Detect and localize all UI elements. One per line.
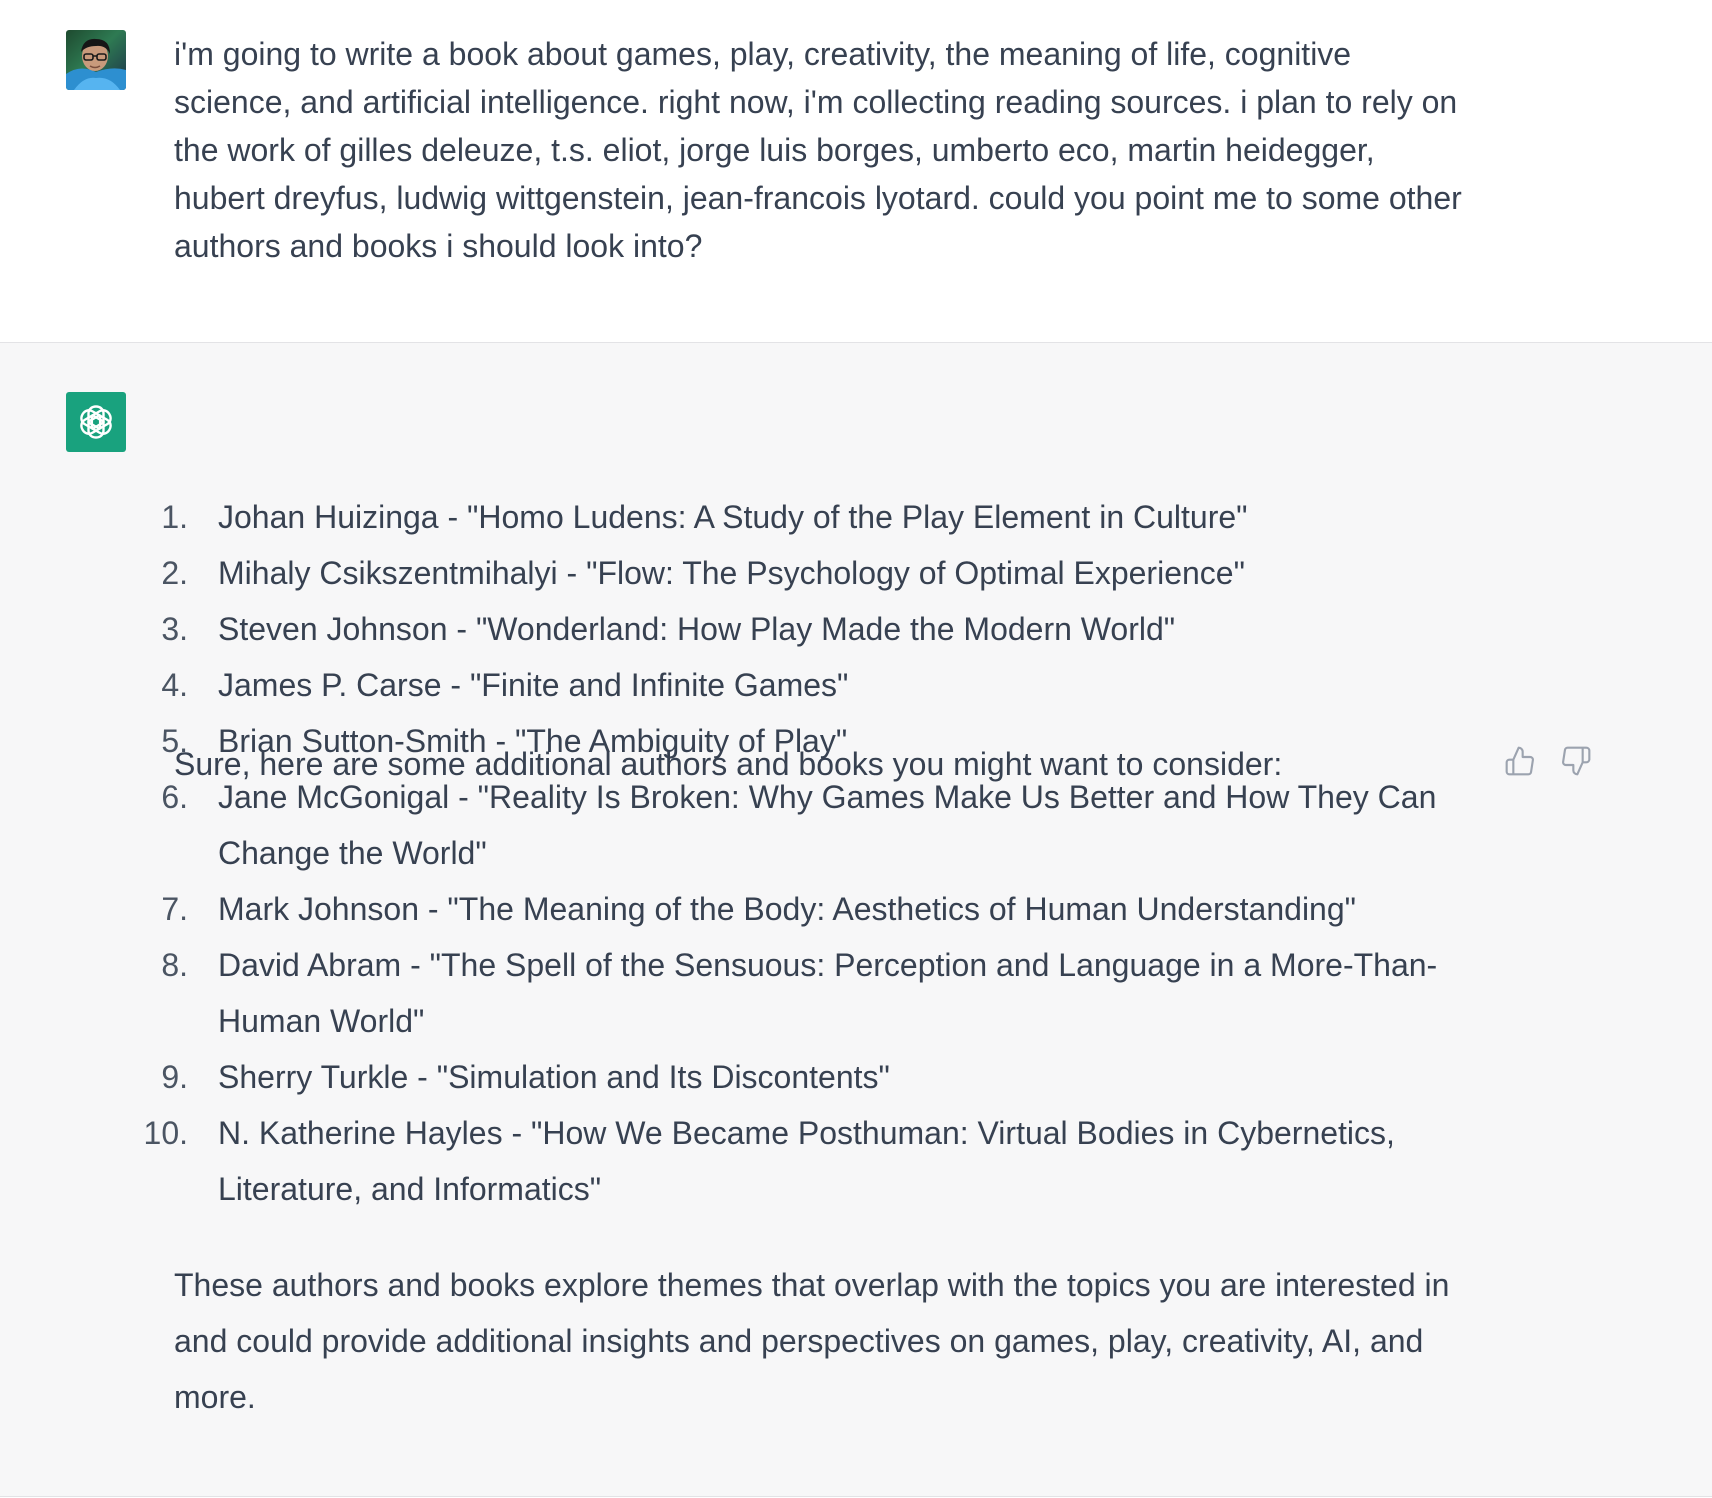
list-item: 8. David Abram - "The Spell of the Sensuo… — [130, 937, 1500, 1049]
list-item: 6. Jane McGonigal - "Reality Is Broken: W… — [130, 769, 1500, 881]
list-item: 9. Sherry Turkle - "Simulation and Its Di… — [130, 1049, 1500, 1105]
list-item-number: 7. — [161, 891, 188, 927]
list-item-text: Sherry Turkle - "Simulation and Its Disc… — [218, 1059, 890, 1095]
list-item-text: N. Katherine Hayles - "How We Became Pos… — [218, 1115, 1395, 1207]
list-item-number: 2. — [161, 555, 188, 591]
list-item-number: 5. — [161, 723, 188, 759]
list-item-number: 10. — [143, 1115, 188, 1151]
list-item-number: 4. — [161, 667, 188, 703]
list-item-text: James P. Carse - "Finite and Infinite Ga… — [218, 667, 849, 703]
list-item: 4. James P. Carse - "Finite and Infinite … — [130, 657, 1500, 713]
thumbs-down-icon — [1562, 746, 1591, 776]
list-item: 7. Mark Johnson - "The Meaning of the Bod… — [130, 881, 1500, 937]
thumbs-down-button[interactable] — [1556, 741, 1596, 781]
list-item: 1. Johan Huizinga - "Homo Ludens: A Study… — [130, 489, 1500, 545]
thumbs-up-icon — [1505, 746, 1534, 776]
list-item-text: Johan Huizinga - "Homo Ludens: A Study o… — [218, 499, 1248, 535]
thumbs-up-button[interactable] — [1500, 741, 1540, 781]
user-avatar — [66, 30, 126, 90]
user-message: i'm going to write a book about games, p… — [0, 0, 1712, 343]
list-item-text: Mark Johnson - "The Meaning of the Body:… — [218, 891, 1356, 927]
book-list: 1. Johan Huizinga - "Homo Ludens: A Study… — [130, 489, 1500, 1217]
list-item: 5. Brian Sutton-Smith - "The Ambiguity of… — [130, 713, 1500, 769]
assistant-avatar — [66, 392, 126, 452]
user-avatar-photo — [66, 30, 126, 90]
list-item-number: 8. — [161, 947, 188, 983]
list-item-text: David Abram - "The Spell of the Sensuous… — [218, 947, 1438, 1039]
list-item-number: 9. — [161, 1059, 188, 1095]
list-item-text: Brian Sutton-Smith - "The Ambiguity of P… — [218, 723, 848, 759]
assistant-outro-text: These authors and books explore themes t… — [174, 1267, 1450, 1415]
user-message-text: i'm going to write a book about games, p… — [174, 36, 1462, 264]
list-item-text: Steven Johnson - "Wonderland: How Play M… — [218, 611, 1176, 647]
list-item-number: 3. — [161, 611, 188, 647]
list-item-number: 1. — [161, 499, 188, 535]
list-item: 2. Mihaly Csikszentmihalyi - "Flow: The P… — [130, 545, 1500, 601]
list-item: 3. Steven Johnson - "Wonderland: How Play… — [130, 601, 1500, 657]
openai-logo-icon — [80, 405, 112, 439]
list-item: 10. N. Katherine Hayles - "How We Became … — [130, 1105, 1500, 1217]
list-item-number: 6. — [161, 779, 188, 815]
list-item-text: Mihaly Csikszentmihalyi - "Flow: The Psy… — [218, 555, 1245, 591]
list-item-text: Jane McGonigal - "Reality Is Broken: Why… — [218, 779, 1437, 871]
